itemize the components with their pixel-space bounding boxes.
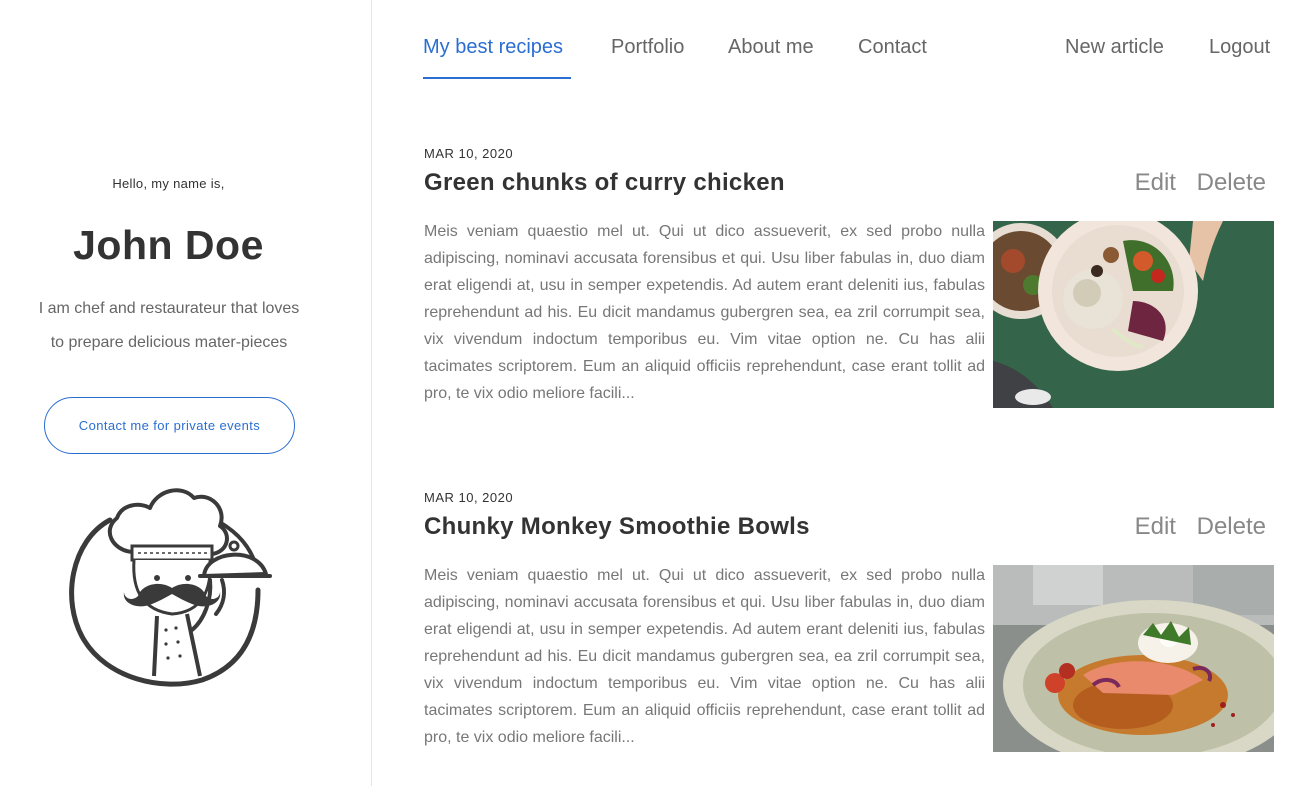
article-actions: Edit Delete	[1135, 513, 1266, 541]
salad-bowl-photo	[993, 221, 1274, 408]
bio-line: to prepare delicious mater-pieces	[50, 334, 288, 351]
article-actions: Edit Delete	[1135, 169, 1266, 197]
article-excerpt: Meis veniam quaestio mel ut. Qui ut dico…	[424, 223, 985, 402]
delete-button[interactable]: Delete	[1197, 169, 1266, 196]
article-date: MAR 10, 2020	[424, 146, 514, 161]
author-name: John Doe	[73, 222, 264, 268]
nav-new-article[interactable]: New article	[1065, 36, 1164, 59]
active-tab-indicator	[423, 77, 571, 79]
nav-about-me[interactable]: About me	[728, 36, 814, 59]
smoothie-bowl-photo	[993, 565, 1274, 752]
nav-portfolio[interactable]: Portfolio	[611, 36, 684, 59]
bio-line: I am chef and restaurateur that loves	[38, 300, 300, 317]
article-image[interactable]	[993, 565, 1274, 752]
chef-logo-icon	[69, 488, 272, 687]
edit-button[interactable]: Edit	[1135, 513, 1176, 540]
delete-button[interactable]: Delete	[1197, 513, 1266, 540]
author-bio: I am chef and restaurateur that loves to…	[18, 292, 320, 360]
edit-button[interactable]: Edit	[1135, 169, 1176, 196]
article-excerpt: Meis veniam quaestio mel ut. Qui ut dico…	[424, 567, 985, 746]
nav-my-best-recipes[interactable]: My best recipes	[423, 36, 563, 59]
nav-logout[interactable]: Logout	[1209, 36, 1270, 59]
article-title[interactable]: Green chunks of curry chicken	[424, 169, 785, 197]
greeting: Hello, my name is,	[112, 176, 225, 191]
contact-private-events-button[interactable]: Contact me for private events	[44, 397, 295, 454]
article-image[interactable]	[993, 221, 1274, 408]
nav-contact[interactable]: Contact	[858, 36, 927, 59]
article-title[interactable]: Chunky Monkey Smoothie Bowls	[424, 513, 810, 541]
top-nav: My best recipes Portfolio About me Conta…	[373, 0, 1298, 90]
sidebar: Hello, my name is, John Doe I am chef an…	[0, 0, 372, 786]
article-date: MAR 10, 2020	[424, 490, 514, 505]
